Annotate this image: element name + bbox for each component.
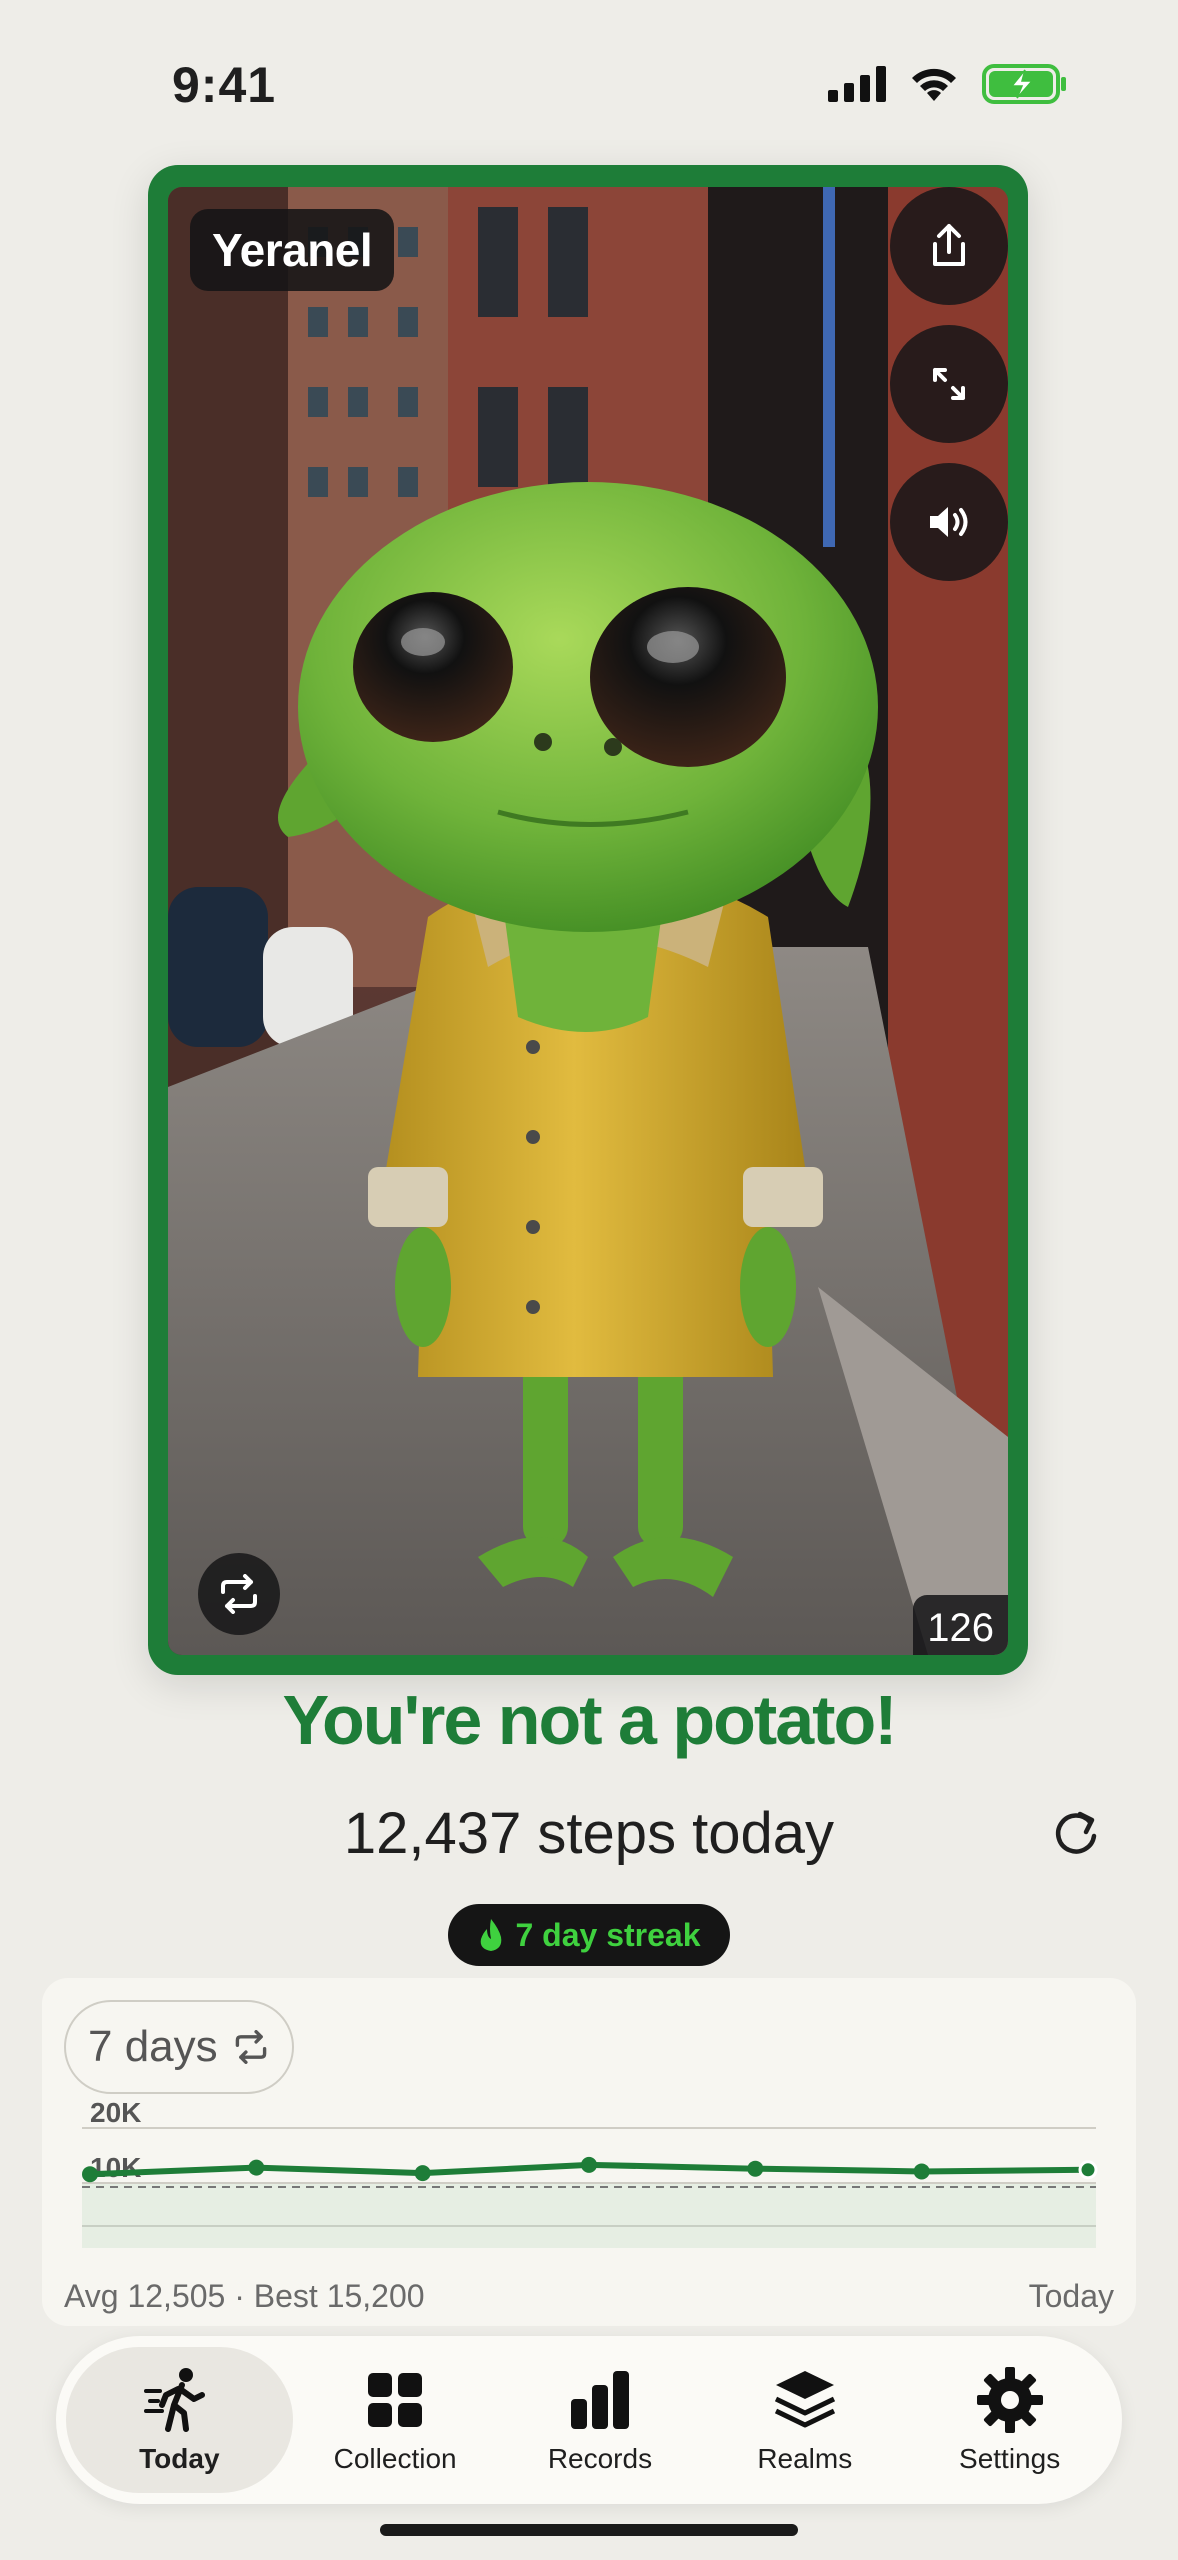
creature-count-badge: 126 (913, 1595, 1008, 1655)
data-point (747, 2160, 764, 2177)
battery-charging-icon (982, 64, 1066, 104)
refresh-steps-icon[interactable] (1050, 1808, 1102, 1860)
home-indicator (380, 2524, 798, 2536)
repeat-icon (235, 2030, 266, 2064)
sound-button[interactable] (890, 463, 1008, 581)
flame-icon (481, 1919, 502, 1951)
streak-badge: 7 day streak (448, 1904, 730, 1966)
range-selector[interactable]: 7 days (64, 2000, 294, 2094)
repeat-icon (221, 1574, 257, 1614)
signal-icon (828, 66, 886, 102)
expand-button[interactable] (890, 325, 1008, 443)
tab-today[interactable]: Today (66, 2347, 293, 2493)
gear-icon (976, 2367, 1043, 2433)
bar-chart-icon (570, 2371, 629, 2429)
tab-records[interactable]: Records (498, 2347, 703, 2493)
tab-label: Settings (959, 2443, 1061, 2474)
tab-label: Collection (333, 2443, 457, 2474)
wifi-icon (912, 68, 956, 101)
tab-label: Today (139, 2443, 220, 2474)
creature-illustration (168, 187, 1008, 1655)
steps-today-text: 12,437 steps today (343, 1801, 835, 1866)
tab-label: Records (547, 2443, 653, 2474)
share-button[interactable] (890, 187, 1008, 305)
data-point (248, 2159, 265, 2176)
chart-end-label: Today (1028, 2278, 1114, 2314)
tab-bar: Today Collection Records Realms Settings (56, 2336, 1122, 2504)
data-point (581, 2156, 597, 2173)
headline: You're not a potato! (282, 1681, 897, 1759)
data-point (1078, 2160, 1098, 2180)
tab-realms[interactable]: Realms (702, 2347, 907, 2493)
y-tick-label: 20K (90, 2098, 141, 2128)
creature-image: Yeranel 126 (168, 187, 1008, 1655)
creature-card: Yeranel 126 (148, 165, 1028, 1675)
goal-band (82, 2183, 1096, 2248)
tab-collection[interactable]: Collection (293, 2347, 498, 2493)
expand-icon (933, 368, 965, 400)
grid-icon (368, 2373, 423, 2427)
status-bar: 9:41 (0, 0, 1178, 170)
data-point (82, 2166, 98, 2183)
data-point (913, 2163, 930, 2180)
data-point (414, 2165, 431, 2182)
streak-label: 7 day streak (515, 1916, 701, 1953)
range-label: 7 days (88, 2022, 218, 2071)
steps-chart-panel: 7 days 20K 10K Avg 12,505 · Best 15,200 T… (42, 1978, 1136, 2326)
y-tick-label: 10K (90, 2152, 141, 2183)
layers-icon (774, 2371, 835, 2428)
status-time: 9:41 (172, 57, 277, 113)
steps-line-chart: 20K 10K (82, 2098, 1098, 2248)
share-icon (933, 224, 965, 266)
walking-person-icon (144, 2368, 206, 2432)
speaker-icon (930, 507, 968, 537)
tab-label: Realms (757, 2443, 853, 2474)
status-icons (828, 64, 1068, 104)
chart-summary: Avg 12,505 · Best 15,200 (64, 2278, 425, 2314)
creature-name-badge: Yeranel (190, 209, 395, 291)
tab-settings[interactable]: Settings (907, 2347, 1112, 2493)
regenerate-button[interactable] (198, 1553, 280, 1635)
